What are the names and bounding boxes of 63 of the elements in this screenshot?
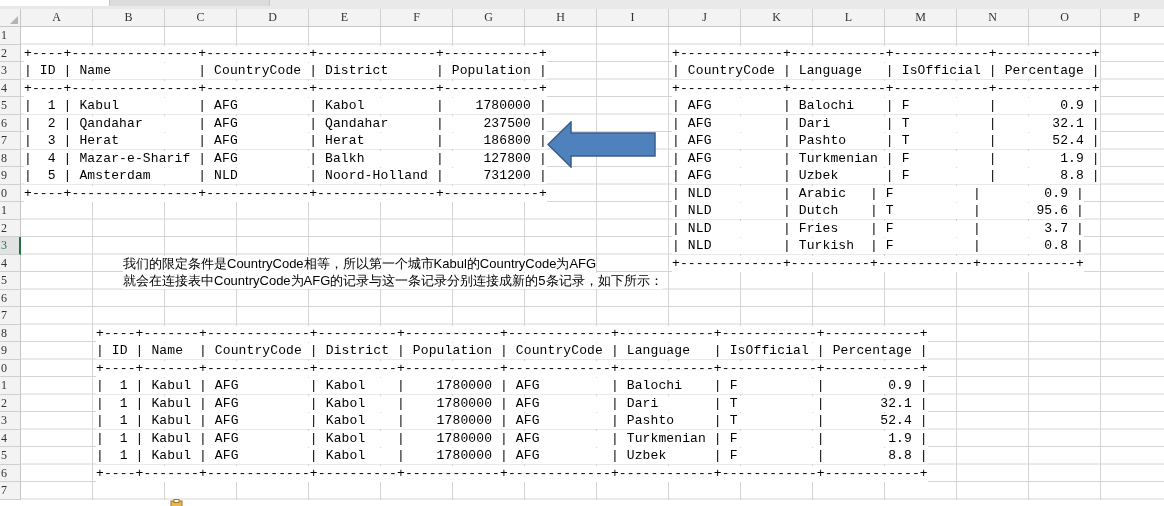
row-number[interactable]: 1 xyxy=(0,27,21,45)
cell-text: | 2 | Qandahar | AFG | Qandahar | 237500 | xyxy=(24,115,547,132)
row-number[interactable]: 9 xyxy=(0,167,21,185)
row-number[interactable]: 9 xyxy=(0,342,21,360)
cell-text: | AFG | Balochi | F | 0.9 | xyxy=(672,98,1100,114)
cell-text: +----+-------+-------------+----------+------------+-------------+------------+------------+------------+ xyxy=(96,325,928,342)
column-header[interactable]: B xyxy=(93,9,165,26)
cell-text: | 1 | Kabul | AFG | Kabol | 1780000 | AFG | Balochi | F | 0.9 | xyxy=(96,378,928,394)
cell-text: | 5 | Amsterdam | NLD | Noord-Holland | 731200 | xyxy=(24,168,547,184)
cell-text: | AFG | Uzbek | F | 8.8 | xyxy=(672,168,1100,184)
column-header[interactable]: P xyxy=(1101,9,1164,26)
cell-text: +-------------+------------+------------+------------+ xyxy=(672,80,1100,97)
row-number[interactable]: 1 xyxy=(0,202,21,220)
row-number[interactable]: 5 xyxy=(0,97,21,115)
column-header[interactable]: F xyxy=(381,9,453,26)
row-number[interactable]: 3 xyxy=(0,237,21,255)
row-number[interactable]: 5 xyxy=(0,272,21,290)
cell-text: | NLD | Dutch | T | 95.6 | xyxy=(672,203,1084,219)
row-number[interactable]: 5 xyxy=(0,447,21,465)
cell-text: +----+----------------+-------------+---------------+------------+ xyxy=(24,185,547,202)
cell-text: | 1 | Kabul | AFG | Kabol | 1780000 | xyxy=(24,98,547,114)
note-text: 就会在连接表中CountryCode为AFG的记录与这一条记录分别连接成新的5条记录，如下所示： xyxy=(123,273,663,289)
note-text: 我们的限定条件是CountryCode相等，所以第一个城市Kabul的CountryCode为AFG xyxy=(123,255,597,272)
column-header[interactable]: D xyxy=(237,9,309,26)
cell-text: | 4 | Mazar-e-Sharif | AFG | Balkh | 127800 | xyxy=(24,150,547,167)
cell-text: | ID | Name | CountryCode | District | Population | CountryCode | Language | IsOfficial | Percentage | xyxy=(96,343,928,359)
column-header[interactable]: M xyxy=(885,9,957,26)
cell-text: +-------------+------------+------------+------------+ xyxy=(672,45,1100,62)
column-header[interactable]: J xyxy=(669,9,741,26)
cell-text: | AFG | Pashto | T | 52.4 | xyxy=(672,133,1100,149)
row-number[interactable]: 7 xyxy=(0,307,21,325)
cell-text: | CountryCode | Language | IsOfficial | Percentage | xyxy=(672,63,1100,79)
cell-text: +----+-------+-------------+----------+------------+-------------+------------+------------+------------+ xyxy=(96,465,928,482)
column-header[interactable]: O xyxy=(1029,9,1101,26)
column-header[interactable]: H xyxy=(525,9,597,26)
cell-text: +----+----------------+-------------+---------------+------------+ xyxy=(24,45,547,62)
cell-text: | AFG | Turkmenian | F | 1.9 | xyxy=(672,150,1100,167)
cell-text: +----+-------+-------------+----------+------------+-------------+------------+------------+------------+ xyxy=(96,360,928,377)
row-number[interactable]: 1 xyxy=(0,377,21,395)
cell-text: | NLD | Turkish | F | 0.8 | xyxy=(672,238,1084,254)
column-header[interactable]: C xyxy=(165,9,237,26)
cell-text: | NLD | Arabic | F | 0.9 | xyxy=(672,185,1084,202)
column-header[interactable]: N xyxy=(957,9,1029,26)
column-header[interactable]: K xyxy=(741,9,813,26)
cell-text: | 1 | Kabul | AFG | Kabol | 1780000 | AFG | Uzbek | F | 8.8 | xyxy=(96,448,928,464)
cell-text: +----+----------------+-------------+---------------+------------+ xyxy=(24,80,547,97)
column-header[interactable]: G xyxy=(453,9,525,26)
cell-text: | 1 | Kabul | AFG | Kabol | 1780000 | AFG | Dari | T | 32.1 | xyxy=(96,395,928,412)
row-number[interactable]: 7 xyxy=(0,482,21,500)
column-header[interactable]: L xyxy=(813,9,885,26)
row-number[interactable]: 3 xyxy=(0,412,21,430)
cell-text: +-------------+----------+------------+------------+ xyxy=(672,255,1084,272)
column-header[interactable]: E xyxy=(309,9,381,26)
cell-text: | 3 | Herat | AFG | Herat | 186800 | xyxy=(24,133,547,149)
cell-text: | NLD | Fries | F | 3.7 | xyxy=(672,220,1084,237)
cell-text: | AFG | Dari | T | 32.1 | xyxy=(672,115,1100,132)
column-header[interactable]: A xyxy=(21,9,93,26)
row-number[interactable]: 7 xyxy=(0,132,21,150)
cell-text: | 1 | Kabul | AFG | Kabol | 1780000 | AFG | Pashto | T | 52.4 | xyxy=(96,413,928,429)
cell-text: | ID | Name | CountryCode | District | Population | xyxy=(24,63,547,79)
cell-text: | 1 | Kabul | AFG | Kabol | 1780000 | AFG | Turkmenian | F | 1.9 | xyxy=(96,430,928,447)
column-header[interactable]: I xyxy=(597,9,669,26)
row-number[interactable]: 3 xyxy=(0,62,21,80)
